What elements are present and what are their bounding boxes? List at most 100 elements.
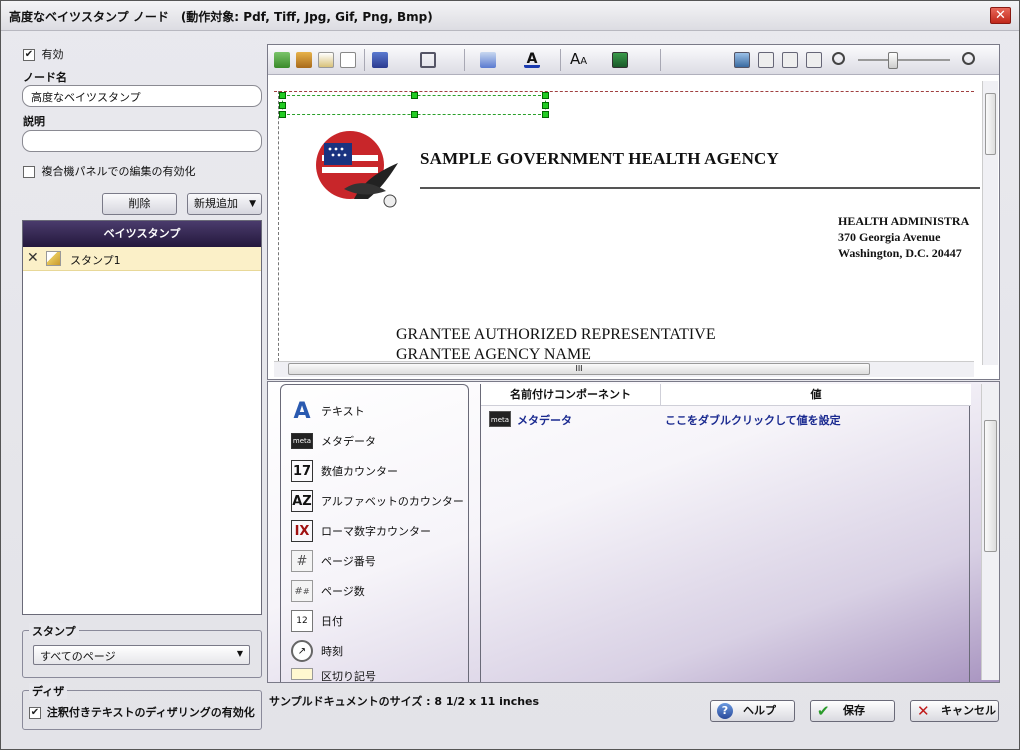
grantee-block: GRANTEE AUTHORIZED REPRESENTATIVE GRANTE… xyxy=(396,325,716,363)
save-button[interactable]: ✔ 保存 xyxy=(810,700,895,722)
enabled-label: 有効 xyxy=(41,48,64,61)
dither-checkbox[interactable]: ✔ xyxy=(29,707,41,719)
list-item[interactable]: 区切り記号 xyxy=(291,668,376,682)
list-item[interactable]: AZ アルファベットのカウンター xyxy=(291,488,464,514)
enabled-row[interactable]: ✔ 有効 xyxy=(23,46,64,62)
component-label: ページ番号 xyxy=(321,555,376,568)
zoom-page-icon[interactable] xyxy=(340,52,356,68)
dither-group: ディザ ✔ 注釈付きテキストのディザリングの有効化 xyxy=(22,683,262,730)
preview-pane: A AA SAMPLE GOVERNMENT HEALTH AGENCY HEA… xyxy=(267,44,1000,380)
add-stamp-icon[interactable] xyxy=(274,52,290,68)
page-number-icon: # xyxy=(291,550,313,572)
column-header-component[interactable]: 名前付けコンポーネント xyxy=(481,384,661,406)
border-icon[interactable] xyxy=(420,52,436,68)
delete-icon[interactable]: ✕ xyxy=(27,250,39,266)
close-button[interactable]: ✕ xyxy=(990,7,1011,24)
component-label: 時刻 xyxy=(321,645,343,658)
help-button[interactable]: ? ヘルプ xyxy=(710,700,795,722)
zoom-out-icon[interactable] xyxy=(832,52,845,65)
node-name-field[interactable]: 高度なベイツスタンプ xyxy=(22,85,262,107)
enabled-checkbox[interactable]: ✔ xyxy=(23,49,35,61)
list-item[interactable]: 17 数値カウンター xyxy=(291,458,398,484)
separator-icon xyxy=(291,668,313,680)
description-label: 説明 xyxy=(23,115,45,128)
window-title: 高度なベイツスタンプ ノード (動作対象: Pdf, Tiff, Jpg, Gi… xyxy=(9,10,433,24)
actual-size-icon[interactable] xyxy=(806,52,822,68)
meta-icon: meta xyxy=(291,433,313,449)
zoom-slider-thumb[interactable] xyxy=(888,52,898,69)
grantee-line: GRANTEE AUTHORIZED REPRESENTATIVE xyxy=(396,326,716,343)
column-header-value[interactable]: 値 xyxy=(661,384,971,406)
description-field[interactable] xyxy=(22,130,262,152)
roman-counter-icon: IX xyxy=(291,520,313,542)
list-item[interactable]: ↗ 時刻 xyxy=(291,638,343,664)
fill-color-icon[interactable] xyxy=(372,52,388,68)
sample-size-text: サンプルドキュメントのサイズ : 8 1/2 x 11 inches xyxy=(269,695,540,708)
address-block: HEALTH ADMINISTRA 370 Georgia Avenue Was… xyxy=(838,213,969,261)
edit-icon[interactable] xyxy=(46,251,61,266)
preview-horizontal-scrollbar[interactable]: III xyxy=(274,361,974,377)
component-label: 数値カウンター xyxy=(321,465,398,478)
list-item[interactable]: ✕ スタンプ1 xyxy=(23,247,261,271)
address-line: 370 Georgia Avenue xyxy=(838,230,941,244)
row-value[interactable]: ここをダブルクリックして値を設定 xyxy=(665,412,841,428)
layout-icon[interactable] xyxy=(612,52,628,68)
help-label: ヘルプ xyxy=(743,704,776,717)
font-color-icon[interactable]: A xyxy=(524,52,540,68)
list-item[interactable]: # # ページ数 xyxy=(291,578,365,604)
save-label: 保存 xyxy=(843,704,865,717)
mfp-edit-row[interactable]: 複合機パネルでの編集の有効化 xyxy=(23,163,196,179)
chevron-down-icon: ▼ xyxy=(236,649,243,658)
list-item[interactable]: 12 日付 xyxy=(291,608,343,634)
preview-vertical-scrollbar[interactable] xyxy=(982,81,998,365)
zoom-in-icon[interactable] xyxy=(962,52,975,65)
agency-logo xyxy=(314,129,398,213)
list-item[interactable]: A テキスト xyxy=(291,398,364,424)
component-table-scrollbar[interactable] xyxy=(981,384,999,680)
highlight-color-icon[interactable] xyxy=(480,52,496,68)
preview-toolbar: A AA xyxy=(268,45,999,75)
stamp-name: スタンプ1 xyxy=(70,254,121,267)
check-icon: ✔ xyxy=(817,702,830,720)
list-item[interactable]: # ページ番号 xyxy=(291,548,376,574)
cancel-label: キャンセル xyxy=(941,704,996,717)
add-new-button[interactable]: 新規追加 ▼ xyxy=(187,193,262,215)
table-row[interactable]: meta メタデータ ここをダブルクリックして値を設定 xyxy=(481,408,969,430)
fit-width-icon[interactable] xyxy=(782,52,798,68)
dither-row[interactable]: ✔ 注釈付きテキストのディザリングの有効化 xyxy=(29,704,255,720)
stamp-group: スタンプ すべてのページ ▼ xyxy=(22,623,262,678)
components-area: A テキスト meta メタデータ 17 数値カウンター AZ アルファベットの… xyxy=(267,381,1000,683)
text-icon: A xyxy=(293,398,311,424)
component-list: A テキスト meta メタデータ 17 数値カウンター AZ アルファベットの… xyxy=(280,384,469,682)
scroll-thumb[interactable] xyxy=(985,93,996,155)
list-item[interactable]: meta メタデータ xyxy=(291,428,376,454)
scroll-thumb[interactable] xyxy=(984,420,997,552)
alpha-counter-icon: AZ xyxy=(291,490,313,512)
fit-page-icon[interactable] xyxy=(758,52,774,68)
edit-icon[interactable] xyxy=(318,52,334,68)
component-label: アルファベットのカウンター xyxy=(321,495,464,508)
address-line: Washington, D.C. 20447 xyxy=(838,246,962,260)
meta-icon: meta xyxy=(489,411,511,427)
address-line: HEALTH ADMINISTRA xyxy=(838,214,970,228)
scroll-thumb[interactable]: III xyxy=(288,363,870,375)
list-item[interactable]: IX ローマ数字カウンター xyxy=(291,518,431,544)
mfp-edit-checkbox[interactable] xyxy=(23,166,35,178)
numeric-counter-icon: 17 xyxy=(291,460,313,482)
chevron-down-icon: ▼ xyxy=(249,199,256,209)
zoom-slider[interactable] xyxy=(858,59,950,61)
component-label: ローマ数字カウンター xyxy=(321,525,431,538)
stamp-icon[interactable] xyxy=(296,52,312,68)
font-size-icon[interactable]: AA xyxy=(570,52,587,68)
title-bar: 高度なベイツスタンプ ノード (動作対象: Pdf, Tiff, Jpg, Gi… xyxy=(1,1,1019,31)
dialog-window: 高度なベイツスタンプ ノード (動作対象: Pdf, Tiff, Jpg, Gi… xyxy=(0,0,1020,750)
image-icon[interactable] xyxy=(734,52,750,68)
margin-guide xyxy=(278,91,279,361)
stamp-pages-select[interactable]: すべてのページ ▼ xyxy=(33,645,250,665)
stamp-group-label: スタンプ xyxy=(29,623,79,639)
component-label: ページ数 xyxy=(321,585,365,598)
stamp-selection-box[interactable] xyxy=(279,92,549,118)
cancel-button[interactable]: ✕ キャンセル xyxy=(910,700,999,722)
time-icon: ↗ xyxy=(291,640,313,662)
delete-button[interactable]: 削除 xyxy=(102,193,177,215)
